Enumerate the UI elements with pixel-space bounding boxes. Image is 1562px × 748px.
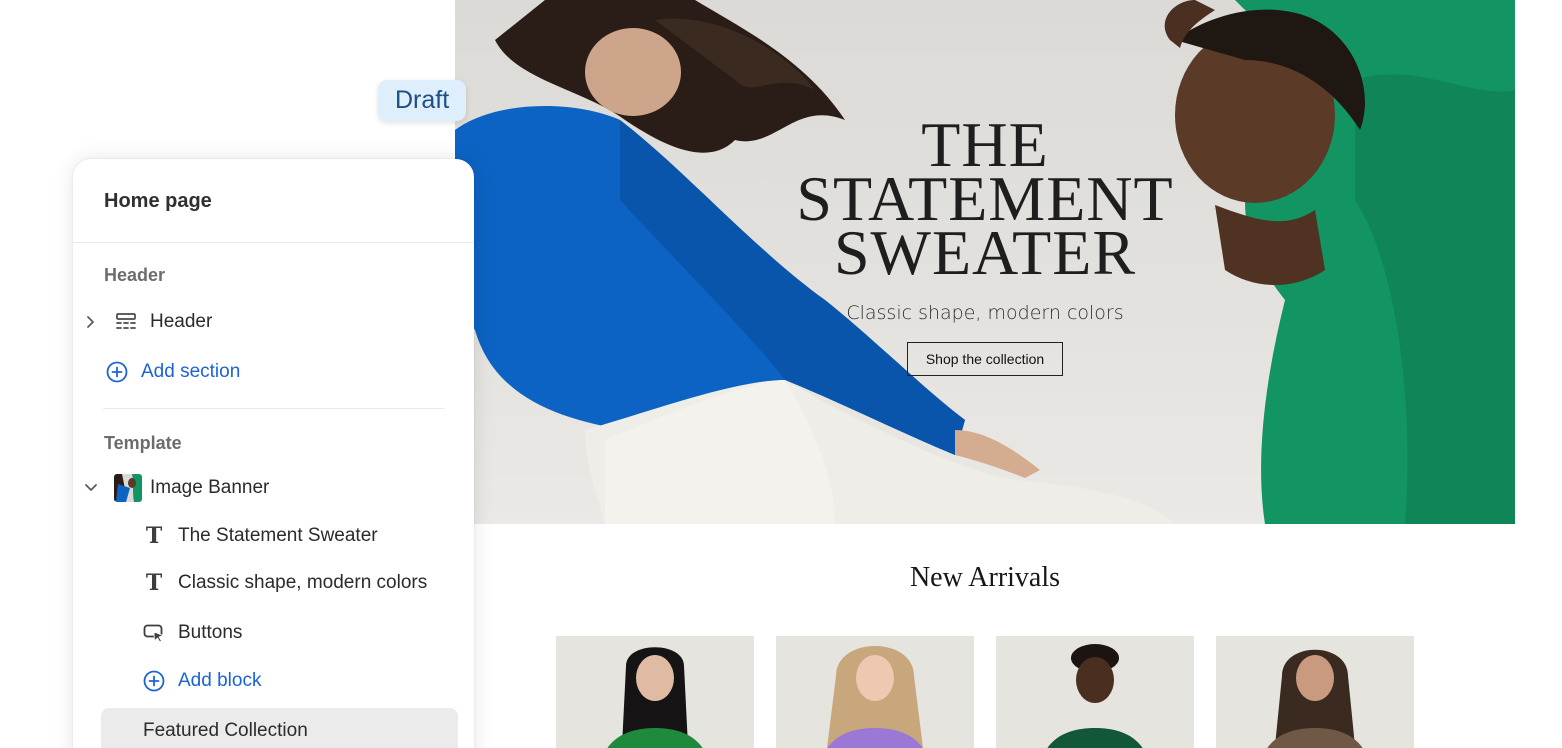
block-label: Classic shape, modern colors	[178, 572, 428, 593]
plus-circle-icon	[142, 669, 166, 693]
product-card[interactable]	[556, 636, 754, 748]
section-label: Image Banner	[150, 477, 270, 498]
product-sweater	[1047, 728, 1143, 748]
add-section-button[interactable]: Add section	[105, 356, 240, 388]
banner-text: THE STATEMENT SWEATER Classic shape, mod…	[745, 113, 1225, 376]
banner-subheading: Classic shape, modern colors	[846, 302, 1124, 324]
text-icon: T	[145, 523, 163, 549]
product-image	[607, 647, 703, 748]
image-banner-thumbnail	[114, 474, 142, 502]
section-header[interactable]: Header	[82, 306, 212, 338]
template-group-label: Template	[104, 433, 182, 453]
button-cursor-icon	[142, 621, 166, 645]
section-label: Header	[150, 311, 213, 332]
header-group-label: Header	[104, 265, 166, 285]
theme-editor: THE STATEMENT SWEATER Classic shape, mod…	[0, 0, 1562, 748]
section-featured-collection[interactable]: Featured Collection	[101, 708, 458, 748]
plus-circle-icon	[105, 360, 129, 384]
block-buttons[interactable]: Buttons	[142, 617, 242, 649]
header-layout-icon	[114, 310, 138, 334]
section-image-banner[interactable]: Image Banner	[82, 472, 269, 504]
section-label: Featured Collection	[143, 720, 308, 741]
add-block-button[interactable]: Add block	[142, 665, 261, 697]
divider	[103, 408, 445, 409]
product-card[interactable]	[776, 636, 974, 748]
banner-heading: THE STATEMENT SWEATER	[745, 113, 1225, 288]
page-title: Home page	[104, 190, 212, 212]
text-icon: T	[145, 570, 163, 596]
product-image	[1047, 644, 1143, 748]
product-image	[827, 646, 923, 748]
block-label: The Statement Sweater	[178, 525, 378, 546]
image-banner[interactable]: THE STATEMENT SWEATER Classic shape, mod…	[455, 0, 1515, 524]
block-heading[interactable]: T The Statement Sweater	[142, 520, 378, 552]
chevron-right-icon	[87, 316, 94, 328]
collection-heading: New Arrivals	[909, 562, 1061, 593]
featured-collection: New Arrivals	[455, 524, 1515, 748]
chevron-down-icon	[85, 484, 97, 491]
draft-status-badge: Draft	[378, 80, 467, 121]
block-label: Buttons	[178, 622, 243, 643]
product-card[interactable]	[996, 636, 1194, 748]
block-subheading[interactable]: T Classic shape, modern colors	[142, 567, 427, 599]
divider	[73, 242, 474, 243]
product-image	[1267, 649, 1363, 748]
product-card[interactable]	[1216, 636, 1414, 748]
sections-panel: Home page Header Header Add section Temp…	[73, 159, 474, 748]
product-grid	[556, 636, 1414, 748]
banner-heading-line: SWEATER	[833, 217, 1137, 288]
add-section-label: Add section	[141, 361, 241, 382]
product-sweater	[607, 728, 703, 748]
add-block-label: Add block	[178, 670, 262, 691]
shop-collection-button[interactable]: Shop the collection	[906, 342, 1064, 376]
storefront-preview: THE STATEMENT SWEATER Classic shape, mod…	[455, 0, 1515, 748]
